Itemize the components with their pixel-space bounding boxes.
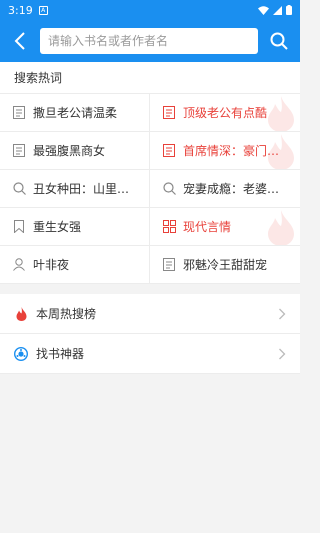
weekly-hot-list-item[interactable]: 本周热搜榜 bbox=[0, 294, 300, 334]
back-arrow-icon bbox=[14, 32, 25, 50]
hot-item[interactable]: 最强腹黑商女 bbox=[0, 132, 150, 170]
hot-item[interactable]: 重生女强 bbox=[0, 208, 150, 246]
hot-item-label: 宠妻成瘾：老婆，... bbox=[183, 182, 288, 196]
hot-item-label: 重生女强 bbox=[33, 220, 82, 234]
flame-watermark-icon bbox=[268, 210, 294, 245]
hot-item-label: 撒旦老公请温柔 bbox=[33, 106, 118, 120]
hot-item-label: 顶级老公有点酷 bbox=[183, 106, 268, 120]
hot-item-label: 丑女种田：山里汉... bbox=[33, 182, 137, 196]
flame-watermark-icon bbox=[268, 134, 294, 169]
weekly-hot-list-label: 本周热搜榜 bbox=[36, 307, 97, 321]
search-icon bbox=[270, 32, 288, 50]
category-icon bbox=[162, 220, 176, 234]
book-icon bbox=[162, 144, 176, 158]
hot-item[interactable]: 顶级老公有点酷 bbox=[150, 94, 300, 132]
user-icon bbox=[12, 258, 26, 272]
book-icon bbox=[12, 106, 26, 120]
hot-item[interactable]: 首席情深：豪门第... bbox=[150, 132, 300, 170]
top-bar bbox=[0, 20, 300, 62]
search-icon bbox=[162, 182, 176, 196]
search-box bbox=[40, 28, 258, 54]
book-icon bbox=[12, 144, 26, 158]
hot-item[interactable]: 现代言情 bbox=[150, 208, 300, 246]
hot-item-label: 邪魅冷王甜甜宠 bbox=[183, 258, 268, 272]
hot-item-label: 叶非夜 bbox=[33, 258, 70, 272]
book-finder-label: 找书神器 bbox=[36, 347, 85, 361]
menu-list: 本周热搜榜 找书神器 bbox=[0, 294, 300, 374]
hot-item[interactable]: 撒旦老公请温柔 bbox=[0, 94, 150, 132]
search-input[interactable] bbox=[48, 34, 250, 48]
hot-item-label: 现代言情 bbox=[183, 220, 232, 234]
signal-icon bbox=[273, 5, 282, 15]
wifi-icon bbox=[258, 5, 269, 15]
search-icon bbox=[12, 182, 26, 196]
notification-icon: A bbox=[38, 5, 48, 15]
chevron-right-icon bbox=[279, 308, 286, 319]
flame-watermark-icon bbox=[268, 96, 294, 131]
status-time: 3:19 bbox=[8, 3, 33, 17]
section-divider bbox=[0, 284, 300, 294]
hot-search-section: 搜索热词 撒旦老公请温柔 顶级老公有点酷 最强腹黑商女 首席情深：豪门第... … bbox=[0, 62, 300, 284]
hot-search-title: 搜索热词 bbox=[0, 62, 300, 94]
status-bar: 3:19 A bbox=[0, 0, 300, 20]
hot-item[interactable]: 丑女种田：山里汉... bbox=[0, 170, 150, 208]
hot-item[interactable]: 宠妻成瘾：老婆，... bbox=[150, 170, 300, 208]
book-finder-icon bbox=[14, 346, 28, 361]
book-icon bbox=[162, 106, 176, 120]
battery-icon bbox=[286, 5, 292, 15]
bookmark-icon bbox=[12, 220, 26, 234]
search-button[interactable] bbox=[266, 27, 292, 55]
hot-search-grid: 撒旦老公请温柔 顶级老公有点酷 最强腹黑商女 首席情深：豪门第... 丑女种田：… bbox=[0, 94, 300, 284]
flame-icon bbox=[14, 306, 28, 321]
book-icon bbox=[162, 258, 176, 272]
back-button[interactable] bbox=[8, 27, 32, 55]
hot-item[interactable]: 叶非夜 bbox=[0, 246, 150, 284]
hot-item[interactable]: 邪魅冷王甜甜宠 bbox=[150, 246, 300, 284]
hot-item-label: 最强腹黑商女 bbox=[33, 144, 106, 158]
chevron-right-icon bbox=[279, 348, 286, 359]
book-finder-item[interactable]: 找书神器 bbox=[0, 334, 300, 374]
